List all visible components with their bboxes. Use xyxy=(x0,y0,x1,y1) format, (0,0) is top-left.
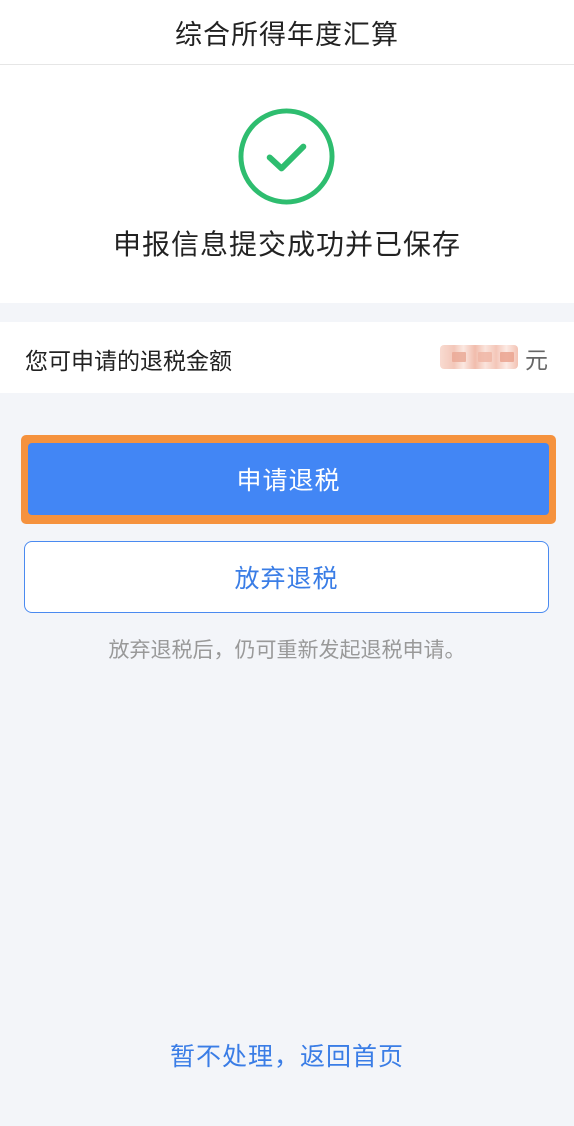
back-to-home-link[interactable]: 暂不处理，返回首页 xyxy=(0,1037,574,1073)
top-header: 综合所得年度汇算 xyxy=(0,0,574,65)
tax-refund-result-page: 综合所得年度汇算 申报信息提交成功并已保存 您可申请的退税金额 元 申请退税 放… xyxy=(0,0,574,1126)
refund-amount-row: 您可申请的退税金额 元 xyxy=(0,322,574,393)
page-title: 综合所得年度汇算 xyxy=(175,19,399,51)
refund-amount-label: 您可申请的退税金额 xyxy=(25,349,232,375)
refund-amount-value-redacted xyxy=(440,345,518,369)
apply-refund-button[interactable]: 申请退税 xyxy=(28,443,549,515)
submission-success-message: 申报信息提交成功并已保存 xyxy=(112,228,461,261)
waive-refund-button[interactable]: 放弃退税 xyxy=(24,541,549,613)
submission-result-panel: 申报信息提交成功并已保存 xyxy=(0,65,574,303)
refund-amount-unit: 元 xyxy=(525,348,548,374)
waive-refund-hint: 放弃退税后，仍可重新发起退税申请。 xyxy=(108,638,466,662)
check-circle-icon xyxy=(238,108,335,205)
